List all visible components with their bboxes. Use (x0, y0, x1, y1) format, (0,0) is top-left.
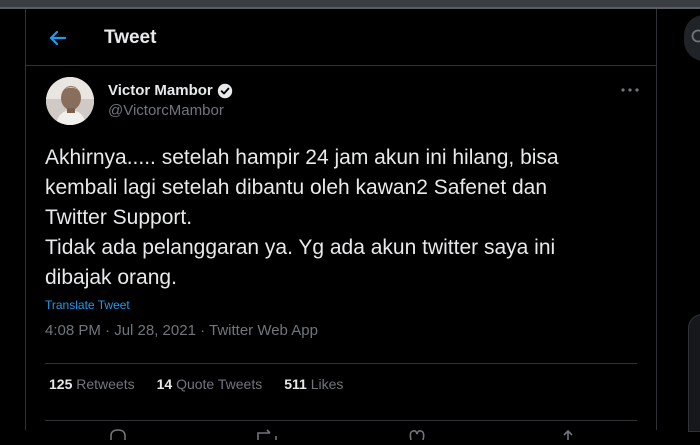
more-options-button[interactable] (618, 83, 642, 97)
quote-tweets-stat[interactable]: 14 Quote Tweets (157, 376, 263, 392)
tweet-stats: 125 Retweets 14 Quote Tweets 511 Likes (49, 376, 343, 392)
author-name[interactable]: Victor Mambor (108, 82, 233, 99)
tweet-actions (26, 427, 656, 439)
verified-badge-icon (217, 83, 233, 99)
author-handle[interactable]: @VictorcMambor (108, 102, 224, 119)
divider (45, 363, 637, 364)
page-title: Tweet (104, 27, 156, 49)
retweet-button[interactable] (256, 427, 282, 439)
more-icon (621, 88, 639, 92)
like-button[interactable] (407, 427, 433, 439)
retweets-count: 125 (49, 376, 72, 392)
likes-count: 511 (284, 376, 307, 392)
tweet-header: Tweet (26, 9, 656, 66)
likes-label: Likes (311, 376, 344, 392)
avatar[interactable] (46, 77, 94, 125)
back-arrow-icon (49, 30, 67, 46)
divider (45, 420, 637, 421)
likes-stat[interactable]: 511 Likes (284, 376, 343, 392)
share-button[interactable] (558, 427, 584, 439)
quotes-label: Quote Tweets (176, 376, 262, 392)
author-display-name: Victor Mambor (108, 82, 213, 99)
search-icon (691, 29, 700, 47)
tweet-text: Akhirnya..... setelah hampir 24 jam akun… (45, 143, 645, 293)
sidebar-card (688, 314, 700, 432)
tweet-timestamp[interactable]: 4:08 PM · Jul 28, 2021 · Twitter Web App (45, 322, 318, 339)
tweet-column: Tweet Victor Mambor @VictorcMambor Akhir… (25, 9, 657, 430)
retweets-label: Retweets (76, 376, 134, 392)
reply-button[interactable] (108, 427, 134, 439)
retweets-stat[interactable]: 125 Retweets (49, 376, 135, 392)
translate-tweet-link[interactable]: Translate Tweet (45, 298, 130, 312)
avatar-photo (46, 77, 94, 125)
quotes-count: 14 (157, 376, 173, 392)
back-button[interactable] (40, 23, 76, 53)
